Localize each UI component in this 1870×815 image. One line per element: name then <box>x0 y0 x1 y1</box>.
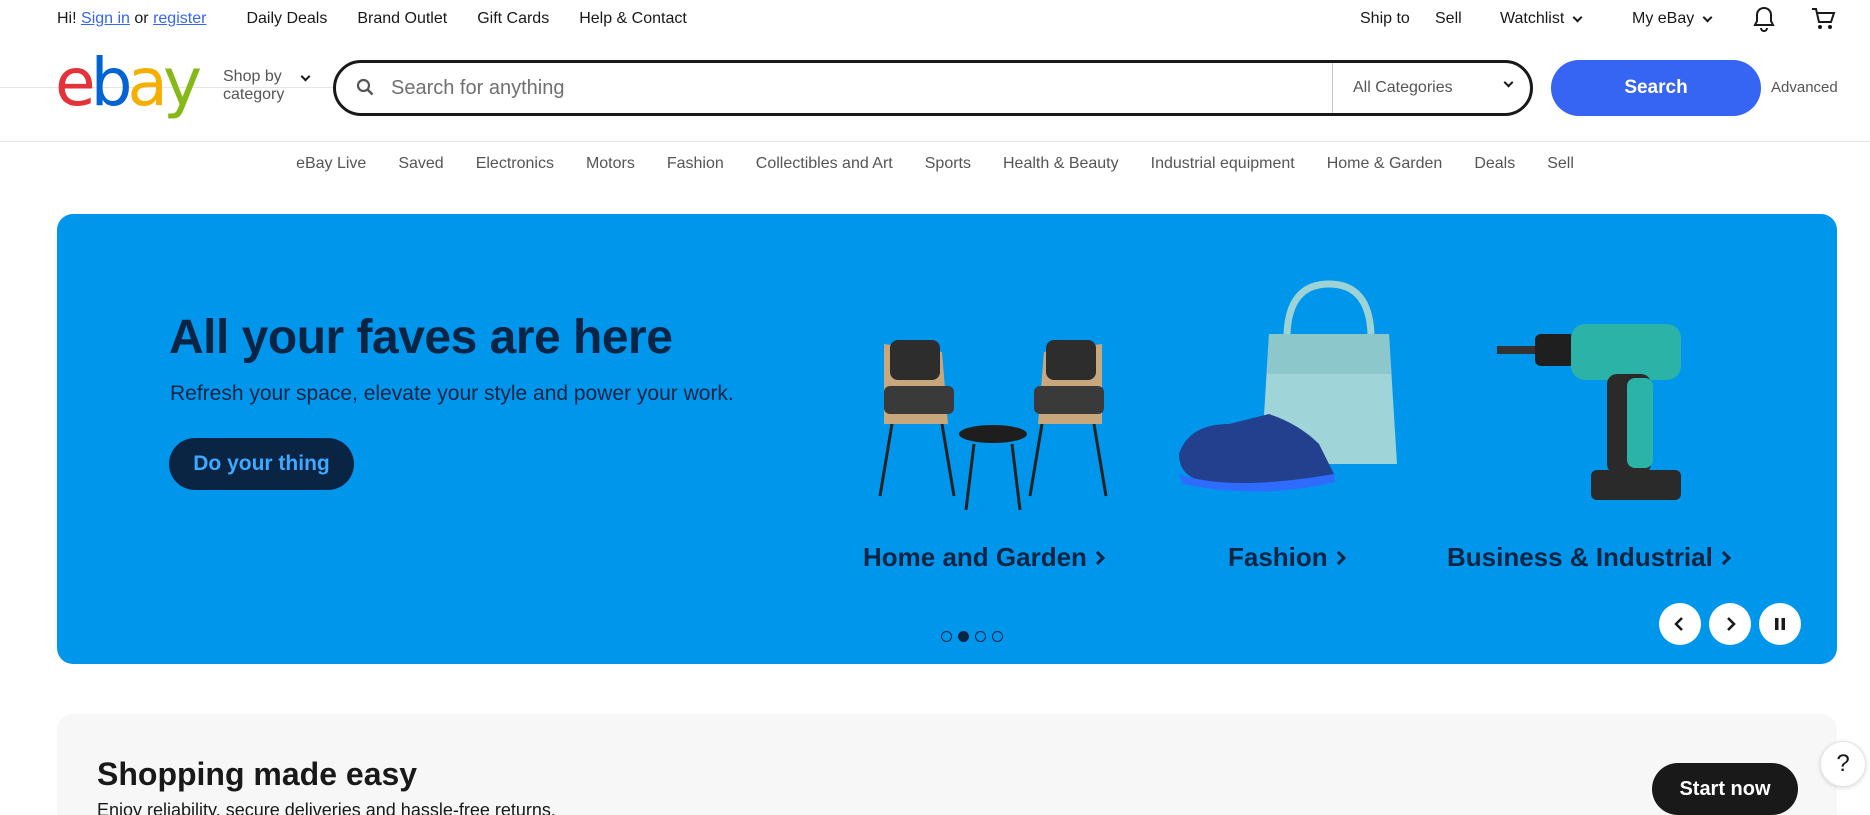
chevron-down-icon <box>300 71 311 82</box>
fashion-link[interactable]: Fashion <box>1228 542 1346 573</box>
chevron-right-icon <box>1716 550 1731 565</box>
top-utility-bar: Hi! Sign in or register Daily Deals Bran… <box>0 0 1870 38</box>
ship-to-link[interactable]: Ship to <box>1360 10 1410 28</box>
carousel-dot[interactable] <box>975 631 986 642</box>
daily-deals-link[interactable]: Daily Deals <box>246 10 327 28</box>
logo-b: b <box>90 44 133 121</box>
bag-and-sneaker-image <box>1179 280 1397 492</box>
nav-electronics[interactable]: Electronics <box>476 155 554 183</box>
nav-deals[interactable]: Deals <box>1474 155 1515 183</box>
carousel-pause-button[interactable] <box>1759 603 1801 645</box>
carousel-next-button[interactable] <box>1709 603 1751 645</box>
my-ebay-label: My eBay <box>1632 10 1695 27</box>
fashion-label: Fashion <box>1228 542 1328 572</box>
nav-motors[interactable]: Motors <box>586 155 635 183</box>
sell-label: Sell <box>1435 10 1462 27</box>
watchlist-menu[interactable]: Watchlist <box>1500 10 1583 28</box>
search-icon <box>356 78 374 96</box>
pause-icon <box>1775 618 1785 630</box>
nav-health-beauty[interactable]: Health & Beauty <box>1003 155 1119 183</box>
easy-title: Shopping made easy <box>97 756 418 792</box>
logo-e: e <box>55 44 96 121</box>
main-header: ebay Shop by category All Categories Sea… <box>0 38 1870 142</box>
carousel-dot-active[interactable] <box>958 631 969 642</box>
hero-carousel: All your faves are here Refresh your spa… <box>57 214 1837 664</box>
help-contact-link[interactable]: Help & Contact <box>579 10 687 28</box>
power-drill-image <box>1497 324 1681 500</box>
advanced-search-link[interactable]: Advanced <box>1771 79 1838 96</box>
logo-y: y <box>162 44 202 121</box>
chevron-right-icon <box>1090 550 1106 565</box>
category-select-value: All Categories <box>1353 79 1453 96</box>
start-now-button[interactable]: Start now <box>1652 763 1798 815</box>
greeting-text: Hi! <box>57 10 77 27</box>
carousel-dot[interactable] <box>941 631 952 642</box>
fashion-tile-image[interactable] <box>1169 274 1429 524</box>
or-text: or <box>134 10 149 27</box>
chevron-right-icon <box>1331 550 1346 565</box>
watchlist-label: Watchlist <box>1500 10 1565 27</box>
chevron-down-icon <box>1702 12 1713 22</box>
gift-cards-link[interactable]: Gift Cards <box>477 10 549 28</box>
business-industrial-link[interactable]: Business & Industrial <box>1447 542 1731 573</box>
chevron-down-icon <box>1572 12 1583 22</box>
sign-in-link[interactable]: Sign in <box>81 10 130 28</box>
carousel-indicators <box>941 631 1003 642</box>
chevron-right-icon <box>1727 617 1736 631</box>
notification-bell-icon[interactable] <box>1752 6 1776 32</box>
home-garden-tile-image[interactable] <box>862 274 1122 524</box>
patio-furniture-image <box>878 340 1108 511</box>
search-input[interactable] <box>391 73 1151 103</box>
business-industrial-tile-image[interactable] <box>1477 274 1737 524</box>
greeting: Hi! Sign in or register <box>57 10 206 28</box>
category-select[interactable]: All Categories <box>1332 63 1530 113</box>
category-nav: eBay Live Saved Electronics Motors Fashi… <box>0 143 1870 183</box>
cart-icon[interactable] <box>1810 6 1836 32</box>
search-bar: All Categories <box>333 60 1533 116</box>
nav-ebay-live[interactable]: eBay Live <box>296 155 366 183</box>
hero-title: All your faves are here <box>169 311 673 364</box>
shop-by-category-button[interactable]: Shop by category <box>223 68 311 104</box>
nav-sell[interactable]: Sell <box>1547 155 1574 183</box>
ebay-logo[interactable]: ebay <box>55 50 202 116</box>
sell-link[interactable]: Sell <box>1435 10 1462 28</box>
home-garden-label: Home and Garden <box>863 542 1087 572</box>
ship-to-label: Ship to <box>1360 10 1410 27</box>
hero-subtitle: Refresh your space, elevate your style a… <box>170 382 734 405</box>
chevron-down-icon <box>1503 77 1514 88</box>
nav-collectibles-art[interactable]: Collectibles and Art <box>756 155 893 183</box>
nav-fashion[interactable]: Fashion <box>667 155 724 183</box>
shop-by-label: Shop by <box>223 68 282 85</box>
top-nav: Daily Deals Brand Outlet Gift Cards Help… <box>246 10 686 28</box>
chevron-left-icon <box>1674 617 1683 631</box>
brand-outlet-link[interactable]: Brand Outlet <box>357 10 447 28</box>
carousel-dot[interactable] <box>992 631 1003 642</box>
do-your-thing-button[interactable]: Do your thing <box>169 438 354 490</box>
logo-a: a <box>127 44 169 121</box>
shopping-made-easy-banner: Shopping made easy Enjoy reliability, se… <box>57 714 1837 815</box>
my-ebay-menu[interactable]: My eBay <box>1632 10 1713 28</box>
nav-saved[interactable]: Saved <box>398 155 443 183</box>
register-link[interactable]: register <box>153 10 206 28</box>
nav-industrial-equipment[interactable]: Industrial equipment <box>1151 155 1295 183</box>
home-garden-link[interactable]: Home and Garden <box>863 542 1106 573</box>
help-button[interactable]: ? <box>1820 741 1866 787</box>
top-left-links: Hi! Sign in or register Daily Deals Bran… <box>57 10 687 28</box>
easy-description: Enjoy reliability, secure deliveries and… <box>97 800 556 815</box>
nav-home-garden[interactable]: Home & Garden <box>1327 155 1443 183</box>
search-button[interactable]: Search <box>1551 60 1761 116</box>
category-label: category <box>223 86 285 103</box>
business-industrial-label: Business & Industrial <box>1447 542 1713 572</box>
carousel-prev-button[interactable] <box>1659 603 1701 645</box>
nav-sports[interactable]: Sports <box>925 155 971 183</box>
